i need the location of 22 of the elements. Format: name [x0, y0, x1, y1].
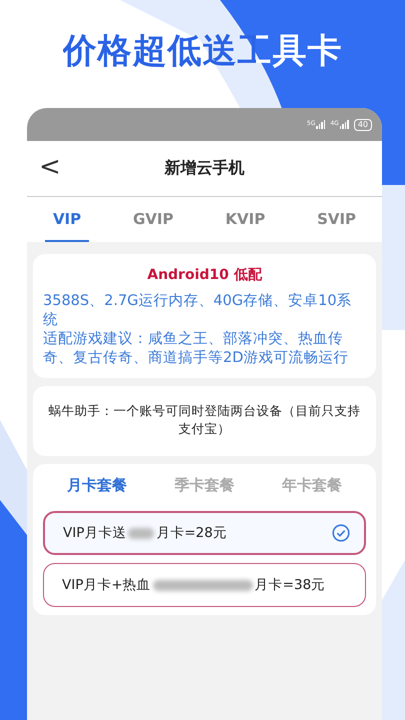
tier-tab[interactable]: KVIP — [217, 197, 274, 242]
spec-text: 3588S、2.7G运行内存、40G存储、安卓10系统 — [43, 292, 353, 330]
notice-text: 蜗牛助手：一个账号可同时登陆两台设备（目前只支持支付宝） — [33, 386, 376, 456]
page-title: 新增云手机 — [164, 158, 244, 179]
plan-label: 月卡=38元 — [254, 576, 326, 594]
plan-label: VIP月卡+热血 — [62, 576, 151, 594]
plan-label: VIP月卡送 — [63, 524, 126, 542]
plan-label: 月卡=28元 — [156, 524, 227, 542]
battery-level: 40 — [354, 118, 372, 130]
package-tab[interactable]: 月卡套餐 — [60, 472, 133, 499]
blurred-text-mark — [128, 528, 154, 538]
spec-title: Android10 低配 — [147, 266, 262, 284]
signal-icon — [340, 120, 349, 129]
tier-tab[interactable]: VIP — [44, 197, 90, 242]
tier-tab[interactable]: SVIP — [309, 197, 364, 242]
signal-icon — [316, 120, 326, 129]
plan-option[interactable]: VIP月卡+热血 月卡=38元 — [43, 563, 366, 607]
plan-option[interactable]: VIP月卡送 月卡=28元 — [43, 511, 366, 555]
back-button[interactable]: < — [27, 154, 61, 183]
tier-tab[interactable]: GVIP — [125, 197, 182, 242]
check-circle-icon — [332, 524, 350, 542]
spec-text: 适配游戏建议：咸鱼之王、部落冲突、热血传奇、复古传奇、商道搞手等2D游戏可流畅运行 — [43, 330, 350, 368]
